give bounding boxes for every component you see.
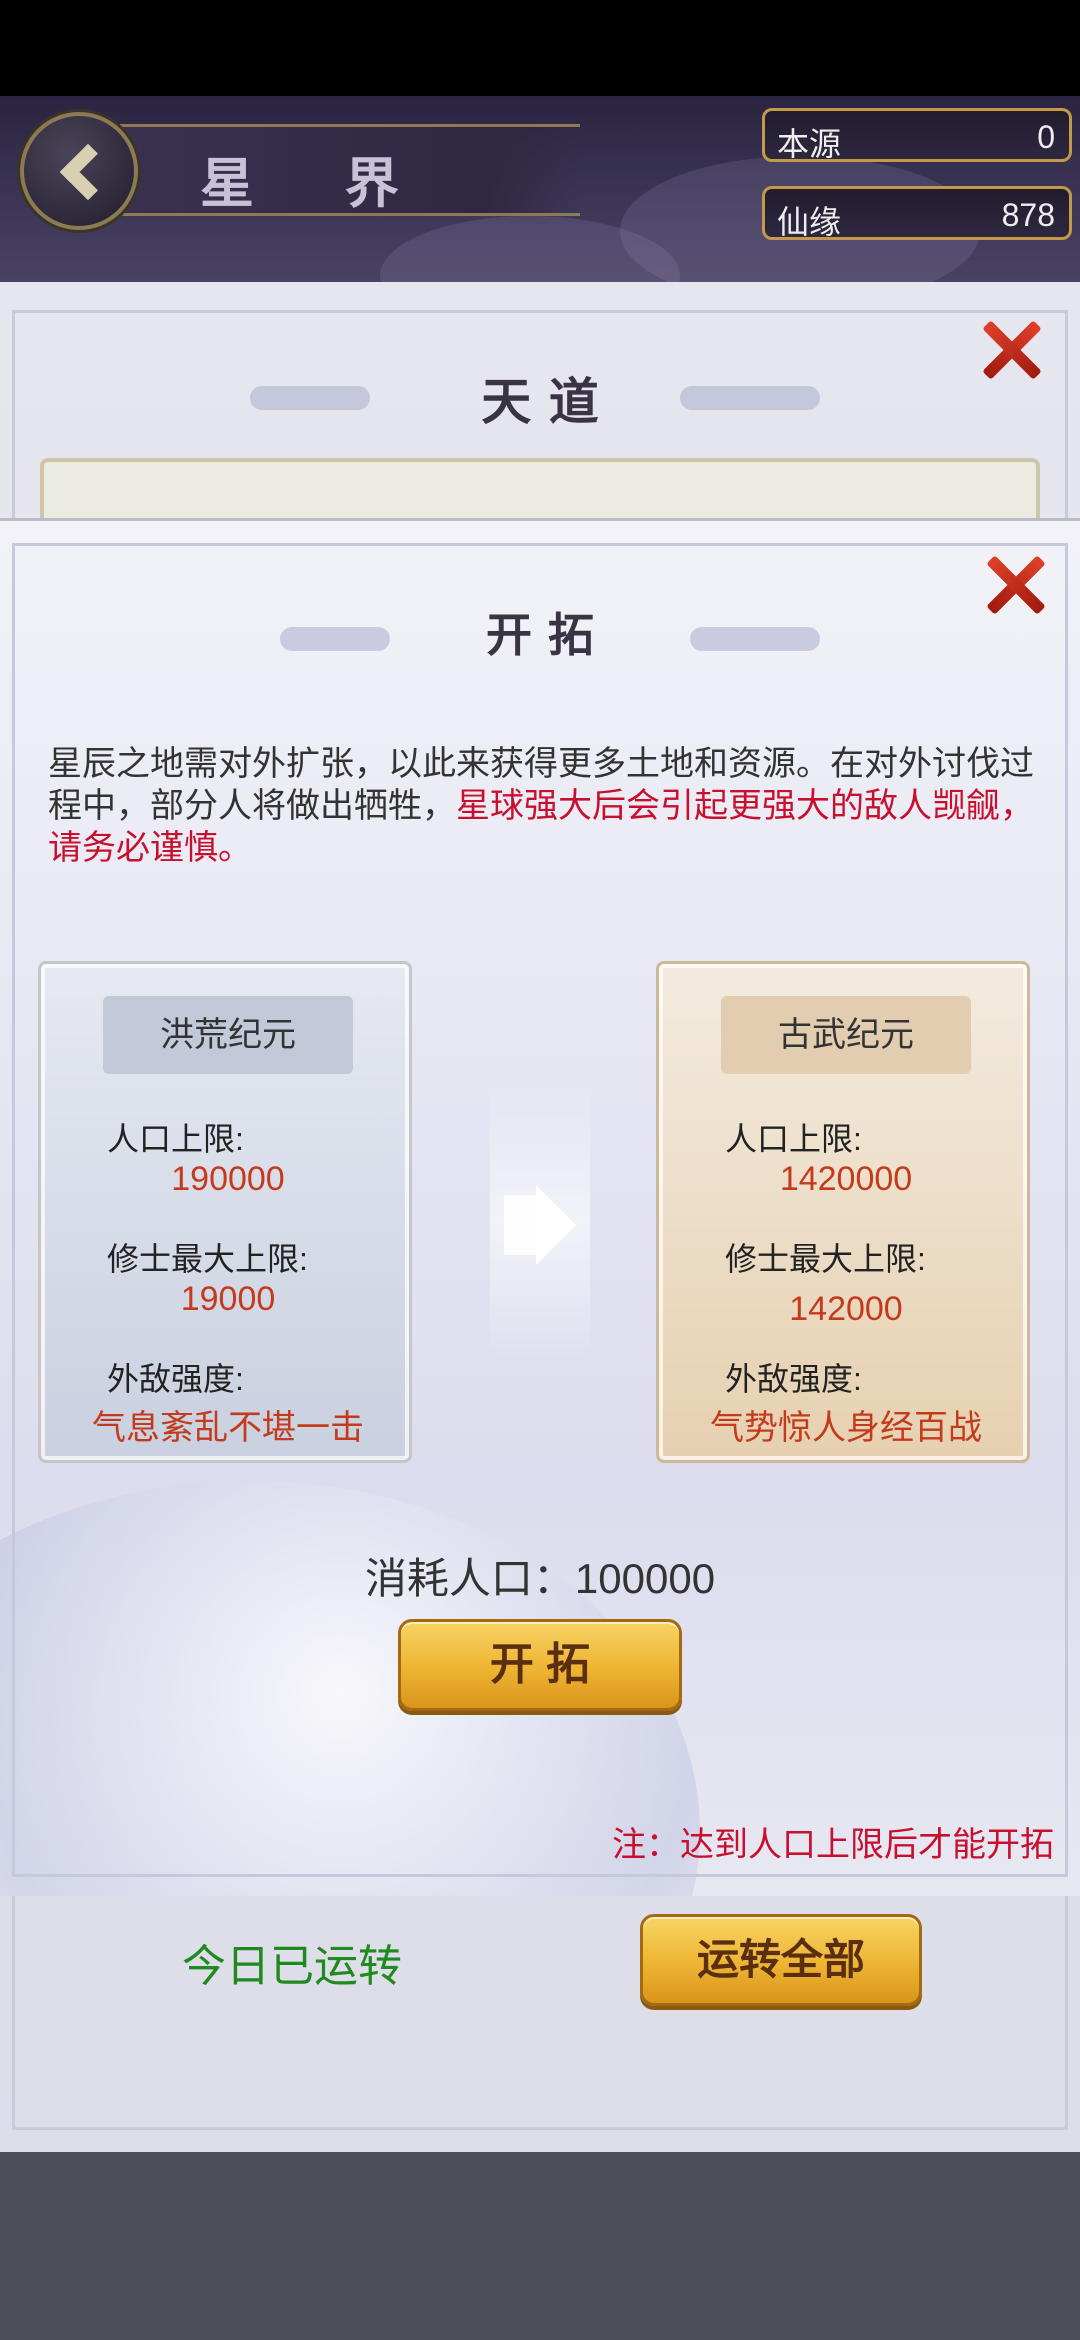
title-banner: 星 界 bbox=[120, 124, 580, 216]
era-name: 洪荒纪元 bbox=[103, 996, 353, 1074]
dialog-title: 开 拓 bbox=[485, 608, 594, 662]
today-status: 今日已运转 bbox=[182, 1942, 402, 1991]
bottom-area bbox=[0, 2152, 1080, 2340]
expand-dialog: 开 拓 星辰之地需对外扩张，以此来获得更多土地和资源。在对外讨伐过程中，部分人将… bbox=[0, 518, 1080, 1896]
cultivator-value: 19000 bbox=[180, 1280, 276, 1318]
population-value: 1420000 bbox=[779, 1160, 913, 1198]
resource-label: 本源 bbox=[777, 126, 842, 162]
resource-xianyuan: 仙缘 878 bbox=[762, 186, 1072, 240]
back-button[interactable] bbox=[20, 112, 138, 230]
top-header: 星 界 本源 0 仙缘 878 bbox=[0, 96, 1080, 282]
resource-value: 878 bbox=[1001, 197, 1055, 233]
resource-benyuan: 本源 0 bbox=[762, 108, 1072, 162]
consume-population: 消耗人口：100000 bbox=[364, 1555, 716, 1602]
enemy-label: 外敌强度: bbox=[107, 1361, 244, 1397]
expand-button[interactable]: 开 拓 bbox=[398, 1619, 682, 1711]
status-bar bbox=[0, 0, 1080, 96]
current-era-card: 洪荒纪元 人口上限: 190000 修士最大上限: 19000 外敌强度: 气息… bbox=[38, 961, 412, 1463]
chevron-left-icon bbox=[59, 143, 117, 201]
enemy-label: 外敌强度: bbox=[725, 1361, 862, 1397]
cultivator-label: 修士最大上限: bbox=[725, 1241, 926, 1277]
intro-text: 星辰之地需对外扩张，以此来获得更多土地和资源。在对外讨伐过程中，部分人将做出牺牲… bbox=[48, 743, 1038, 869]
panel-title: 天 道 bbox=[481, 372, 599, 431]
enemy-value: 气势惊人身经百战 bbox=[710, 1409, 982, 1447]
enemy-value: 气息紊乱不堪一击 bbox=[92, 1409, 364, 1447]
note-text: 注：达到人口上限后才能开拓 bbox=[612, 1826, 1054, 1864]
arrow-right-icon bbox=[490, 1081, 590, 1361]
era-name: 古武纪元 bbox=[721, 996, 971, 1074]
next-era-card: 古武纪元 人口上限: 1420000 修士最大上限: 142000 外敌强度: … bbox=[656, 961, 1030, 1463]
population-label: 人口上限: bbox=[107, 1121, 244, 1157]
population-label: 人口上限: bbox=[725, 1121, 862, 1157]
resource-value: 0 bbox=[1037, 119, 1055, 155]
cultivator-label: 修士最大上限: bbox=[107, 1241, 308, 1277]
cultivator-value: 142000 bbox=[789, 1290, 903, 1328]
resource-label: 仙缘 bbox=[777, 204, 842, 240]
run-all-button[interactable]: 运转全部 bbox=[640, 1914, 922, 2006]
page-title: 星 界 bbox=[200, 151, 435, 215]
population-value: 190000 bbox=[171, 1160, 285, 1198]
